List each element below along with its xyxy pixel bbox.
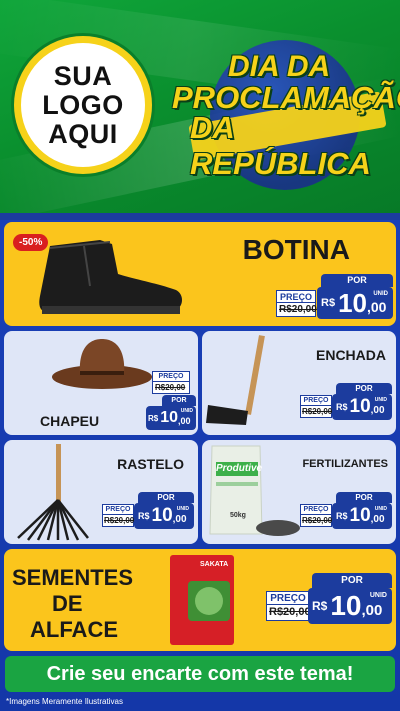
logo-line: SUA <box>53 60 113 91</box>
product-card-enchada[interactable]: ENCHADA POR PREÇO R$20,00 R$ 10 ,00 UNID <box>202 331 396 435</box>
currency: R$ <box>312 599 328 613</box>
product-name-line: SEMENTES <box>12 565 134 590</box>
product-card-fertilizantes[interactable]: Produtive 50kg FERTILIZANTES POR PREÇO R… <box>202 440 396 544</box>
currency: R$ <box>336 402 348 412</box>
price-tag: POR PREÇO R$20,00 R$ 10 ,00 UNID <box>266 573 392 625</box>
unit-label: UNID <box>180 408 193 414</box>
currency: R$ <box>148 413 159 423</box>
preco-label: PREÇO <box>300 504 332 515</box>
por-label: POR <box>336 492 392 503</box>
price-tag: POR PREÇO R$20,00 R$ 10 ,00 UNID <box>300 383 392 423</box>
price-dec: ,00 <box>370 404 385 416</box>
price-tag: POR PREÇO R$20,00 R$ 10 ,00 UNID <box>102 492 194 532</box>
unit-label: UNID <box>374 397 387 403</box>
product-name: FERTILIZANTES <box>302 458 388 470</box>
product-card-chapeu[interactable]: CHAPEU PREÇO R$20,00 POR R$ 10 ,00 UNID <box>4 331 198 435</box>
logo-line: AQUI <box>48 118 118 149</box>
product-card-rastelo[interactable]: RASTELO POR PREÇO R$20,00 R$ 10 ,00 UNID <box>4 440 198 544</box>
preco-label: PREÇO <box>102 504 134 515</box>
price-tag: PREÇO R$20,00 POR R$ 10 ,00 UNID <box>146 371 196 431</box>
currency: R$ <box>321 297 336 309</box>
price-tag: POR PREÇO R$20,00 R$ 10 ,00 UNID <box>276 274 393 320</box>
product-name: CHAPEU <box>40 413 100 429</box>
bag-weight: 50kg <box>230 512 246 519</box>
new-price: R$ 10 ,00 UNID <box>332 394 392 420</box>
currency: R$ <box>336 511 348 521</box>
new-price: R$ 10 ,00 UNID <box>332 503 392 529</box>
preco-label: PREÇO <box>276 290 316 303</box>
old-price: R$20,00 <box>300 406 333 418</box>
new-price: R$ 10 ,00 UNID <box>134 503 194 529</box>
old-price: R$20,00 <box>102 515 135 527</box>
price-int: 10 <box>160 409 179 426</box>
por-label: POR <box>312 573 392 588</box>
price-tag: POR PREÇO R$20,00 R$ 10 ,00 UNID <box>300 492 392 532</box>
price-int: 10 <box>349 505 371 526</box>
preco-label: PREÇO <box>266 591 310 605</box>
price-dec: ,00 <box>178 415 191 426</box>
unit-label: UNID <box>374 506 387 512</box>
unit-label: UNID <box>373 291 388 297</box>
title-line: DA REPÚBLICA <box>190 110 371 181</box>
por-label: POR <box>162 395 196 406</box>
cta-banner[interactable]: Crie seu encarte com este tema! <box>5 656 395 692</box>
header-banner: SUA LOGO AQUI DIA DA PROCLAMAÇÃO DA REPÚ… <box>0 0 400 213</box>
bag-brand: Produtive <box>216 463 263 474</box>
logo-line: LOGO <box>42 89 124 120</box>
logo-placeholder[interactable]: SUA LOGO AQUI <box>14 36 152 174</box>
por-label: POR <box>138 492 194 503</box>
product-name-line: ALFACE <box>30 617 118 642</box>
hoe-image <box>206 335 265 425</box>
product-card-botina[interactable]: -50% BOTINA POR PREÇO R$20,00 R$ 10 ,00 … <box>4 222 396 326</box>
unit-label: UNID <box>369 592 387 599</box>
currency: R$ <box>138 511 150 521</box>
pack-brand: SAKATA <box>200 561 229 568</box>
old-price: R$20,00 <box>266 605 311 621</box>
price-dec: ,00 <box>172 513 187 525</box>
price-dec: ,00 <box>366 299 387 315</box>
header-divider <box>0 213 400 220</box>
product-name-line: DE <box>52 591 83 616</box>
price-int: 10 <box>349 396 371 417</box>
boot-image <box>39 240 182 314</box>
por-label: POR <box>321 274 393 287</box>
preco-label: PREÇO <box>300 395 332 406</box>
fertilizer-bag-image <box>209 445 300 536</box>
product-name: ENCHADA <box>316 347 386 363</box>
price-int: 10 <box>151 505 173 526</box>
hat-image <box>52 339 152 389</box>
new-price: R$ 10 ,00 UNID <box>317 287 393 319</box>
new-price: R$ 10 ,00 UNID <box>146 406 196 430</box>
price-dec: ,00 <box>370 513 385 525</box>
price-int: 10 <box>330 590 362 621</box>
footnote: *Imagens Meramente Ilustrativas <box>6 697 123 706</box>
rake-image <box>17 444 89 541</box>
unit-label: UNID <box>176 506 189 512</box>
old-price: R$20,00 <box>300 515 333 527</box>
product-card-sementes[interactable]: SEMENTES DE ALFACE SAKATA POR PREÇO R$20… <box>4 549 396 651</box>
product-name: BOTINA <box>242 234 350 265</box>
price-int: 10 <box>338 287 367 318</box>
por-label: POR <box>336 383 392 394</box>
old-price: R$20,00 <box>276 303 317 317</box>
preco-label: PREÇO <box>152 371 190 382</box>
new-price: R$ 10 ,00 UNID <box>308 588 392 624</box>
old-price: R$20,00 <box>152 382 190 394</box>
product-name: RASTELO <box>117 456 184 472</box>
price-dec: ,00 <box>361 602 383 619</box>
title-line: DIA DA <box>228 50 331 83</box>
